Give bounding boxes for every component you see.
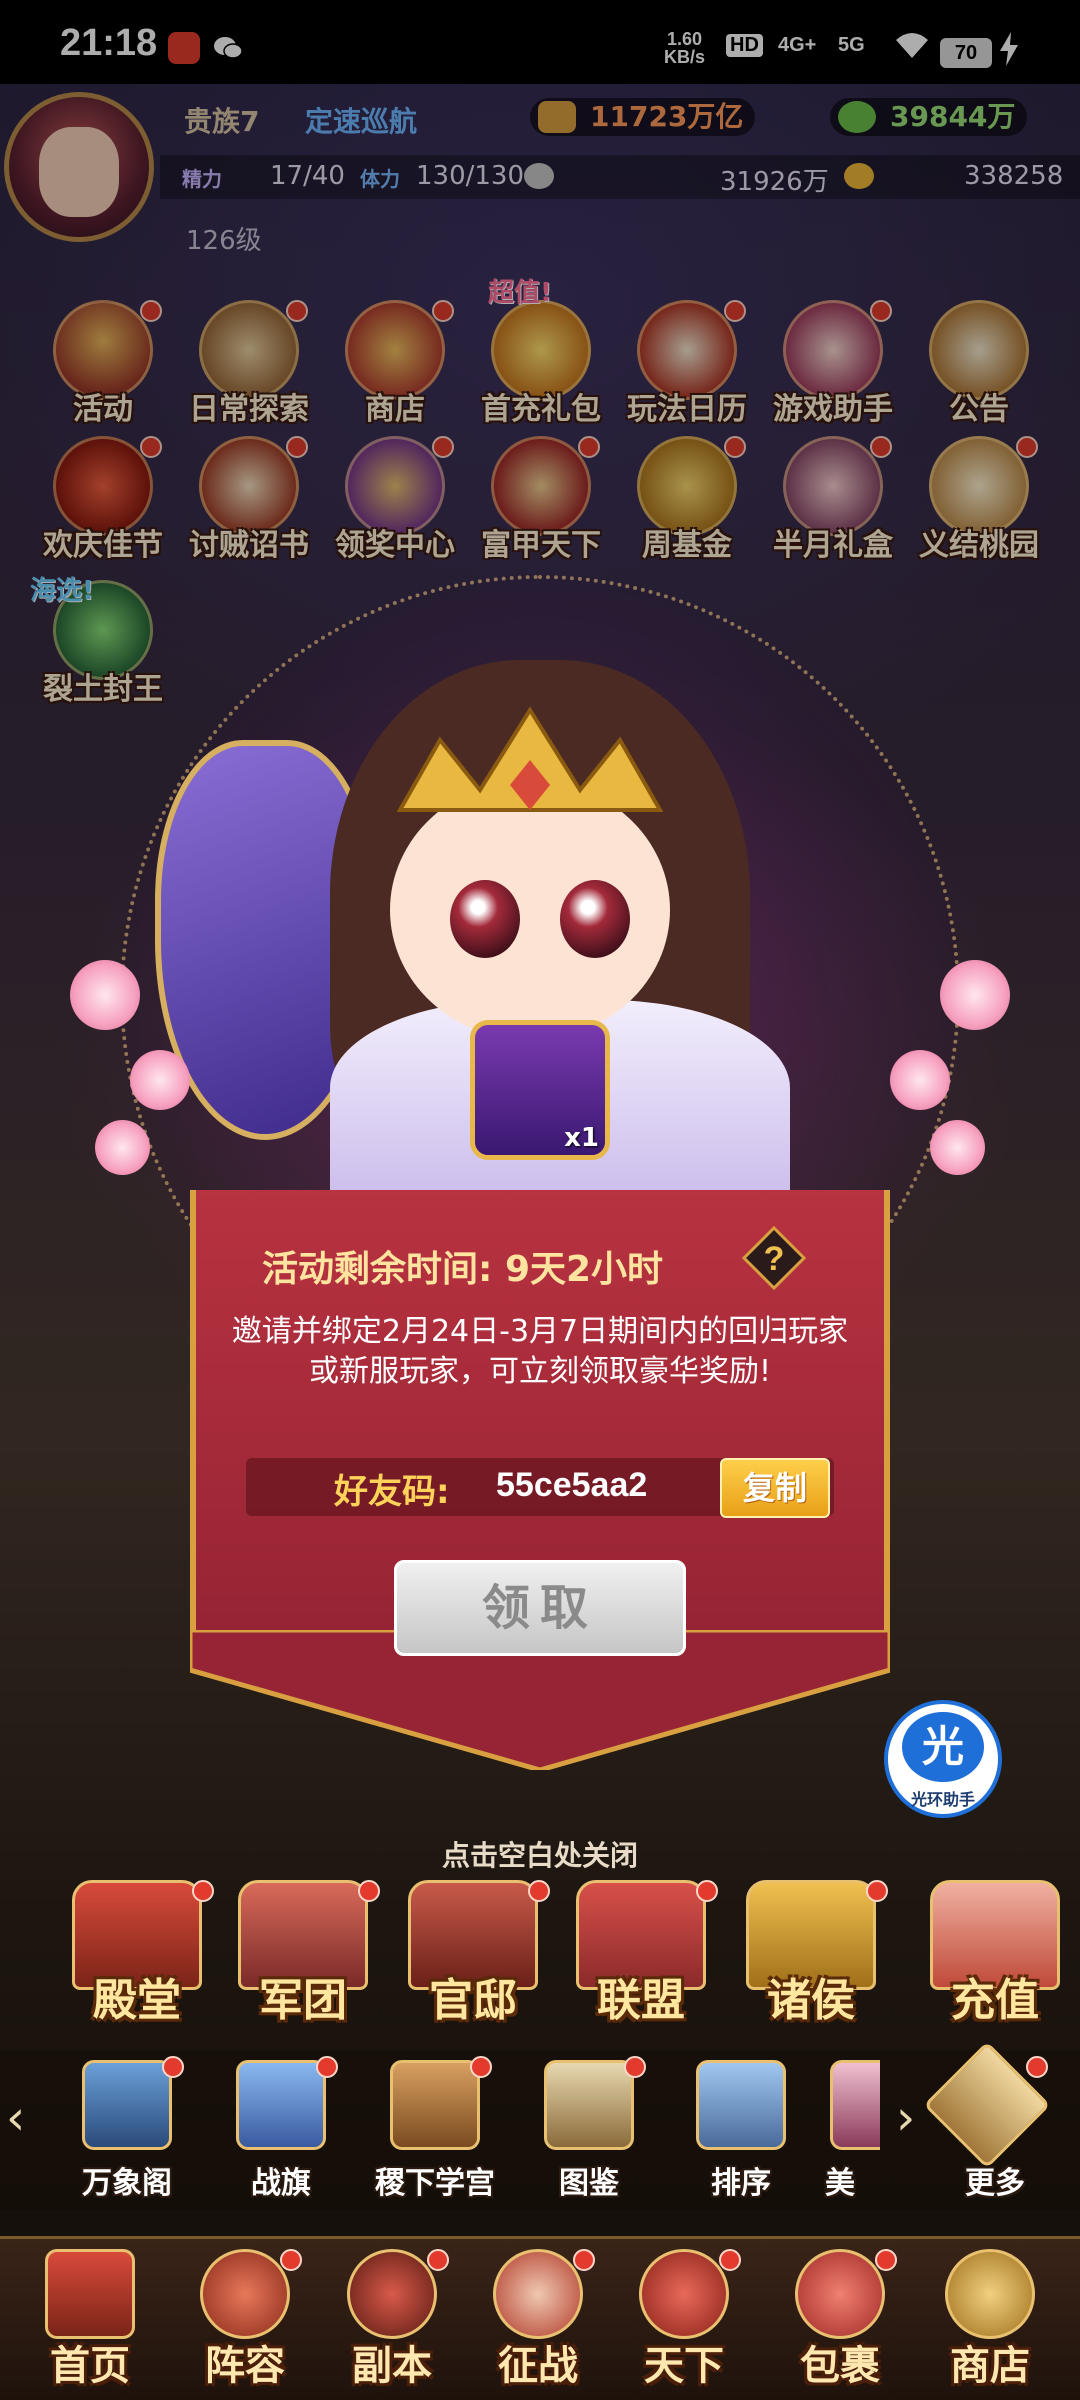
building-legion[interactable]: 军团 — [218, 1880, 388, 2030]
friend-code-label: 好友码: — [334, 1472, 450, 1512]
red-dot — [875, 2249, 897, 2271]
help-icon[interactable]: ? — [742, 1226, 806, 1290]
building-label: 军团 — [259, 1975, 347, 2026]
building-label: 殿堂 — [93, 1975, 181, 2026]
red-dot — [162, 2056, 184, 2078]
feature-ranking[interactable]: 排序 — [666, 2060, 816, 2201]
swords-icon — [347, 2249, 437, 2339]
red-dot — [280, 2249, 302, 2271]
more-button[interactable]: 更多 — [920, 2041, 1070, 2201]
blossom — [940, 960, 1010, 1030]
nav-campaign[interactable]: 征战 — [468, 2249, 608, 2399]
building-alliance[interactable]: 联盟 — [556, 1880, 726, 2030]
nav-label: 天下 — [644, 2343, 724, 2389]
nav-label: 包裹 — [800, 2343, 880, 2389]
nav-label: 阵容 — [205, 2343, 285, 2389]
countdown-label: 活动剩余时间: — [262, 1249, 493, 1290]
character-eye-right — [560, 880, 630, 958]
reward-chest-icon[interactable]: x1 — [470, 1020, 610, 1160]
target-icon — [493, 2249, 583, 2339]
assistant-icon: 光 — [902, 1712, 984, 1782]
invite-description: 邀请并绑定2月24日-3月7日期间内的回归玩家或新服玩家，可立刻领取豪华奖励! — [231, 1314, 849, 1389]
feature-label: 万象阁 — [82, 2166, 172, 2201]
red-dot — [316, 2056, 338, 2078]
building-label: 诸侯 — [767, 1975, 855, 2026]
feature-codex[interactable]: 图鉴 — [514, 2056, 664, 2201]
nav-world[interactable]: 天下 — [614, 2249, 754, 2399]
feature-label: 战旗 — [251, 2166, 311, 2201]
pavilion-icon — [82, 2060, 172, 2150]
blossom — [70, 960, 140, 1030]
building-label: 充值 — [951, 1975, 1039, 2026]
nav-label: 副本 — [352, 2343, 432, 2389]
building-mansion[interactable]: 官邸 — [388, 1880, 558, 2030]
building-label: 联盟 — [597, 1975, 685, 2026]
blossom — [95, 1120, 150, 1175]
copy-button[interactable]: 复制 — [720, 1458, 830, 1518]
nav-lineup[interactable]: 阵容 — [175, 2249, 315, 2399]
halo-assistant-button[interactable]: 光 光环助手 — [884, 1700, 1002, 1818]
character-eye-left — [450, 880, 520, 958]
feature-jixia-academy[interactable]: 稷下学宫 — [360, 2056, 510, 2201]
nav-shop[interactable]: 商店 — [920, 2249, 1060, 2399]
home-palace-icon — [45, 2249, 135, 2339]
feature-wanxiang-pavilion[interactable]: 万象阁 — [52, 2056, 202, 2201]
red-dot — [624, 2056, 646, 2078]
red-dot — [866, 1880, 888, 1902]
blossom — [130, 1050, 190, 1110]
nav-label: 首页 — [50, 2343, 130, 2389]
feature-label: 图鉴 — [559, 2166, 619, 2201]
blossom — [930, 1120, 985, 1175]
red-dot — [358, 1880, 380, 1902]
red-dot — [719, 2249, 741, 2271]
feature-label: 更多 — [965, 2166, 1025, 2201]
red-dot — [696, 1880, 718, 1902]
red-dot — [1026, 2056, 1048, 2078]
close-hint: 点击空白处关闭 — [441, 1839, 638, 1872]
building-recharge[interactable]: 充值 — [910, 1880, 1080, 2030]
feature-label: 美 — [825, 2166, 855, 2200]
red-dot — [427, 2249, 449, 2271]
scroll-left-arrow[interactable]: ‹ — [6, 2090, 40, 2150]
beauty-icon — [830, 2060, 880, 2150]
flag-icon — [236, 2060, 326, 2150]
blossom — [890, 1050, 950, 1110]
feature-partial[interactable]: 美 — [800, 2060, 880, 2200]
building-label: 官邸 — [429, 1975, 517, 2026]
feature-label: 稷下学宫 — [375, 2166, 495, 2201]
red-dot — [528, 1880, 550, 1902]
countdown: 活动剩余时间: 9天2小时 — [262, 1240, 663, 1292]
invite-popup: 活动剩余时间: 9天2小时 ? 邀请并绑定2月24日-3月7日期间内的回归玩家或… — [190, 1190, 890, 1770]
nav-label: 商店 — [950, 2343, 1030, 2389]
reward-count: x1 — [564, 1123, 599, 1153]
nav-bag[interactable]: 包裹 — [770, 2249, 910, 2399]
academy-icon — [390, 2060, 480, 2150]
red-dot — [573, 2249, 595, 2271]
claim-button[interactable]: 领取 — [394, 1560, 686, 1656]
world-flag-icon — [639, 2249, 729, 2339]
countdown-value: 9天2小时 — [504, 1249, 664, 1290]
nav-label: 征战 — [498, 2343, 578, 2389]
building-hall[interactable]: 殿堂 — [52, 1880, 222, 2030]
building-lords[interactable]: 诸侯 — [726, 1880, 896, 2030]
nav-home[interactable]: 首页 — [20, 2249, 160, 2399]
character-crown — [396, 706, 664, 812]
friend-code-value: 55ce5aa2 — [496, 1466, 648, 1504]
ranking-icon — [696, 2060, 786, 2150]
feature-war-flag[interactable]: 战旗 — [206, 2056, 356, 2201]
lineup-flag-icon — [200, 2249, 290, 2339]
codex-icon — [544, 2060, 634, 2150]
red-dot — [192, 1880, 214, 1902]
red-dot — [470, 2056, 492, 2078]
svg-text:?: ? — [764, 1240, 785, 1278]
nav-dungeon[interactable]: 副本 — [322, 2249, 462, 2399]
coins-shop-icon — [945, 2249, 1035, 2339]
assistant-label: 光环助手 — [910, 1790, 975, 1809]
bottom-navigation: 首页 阵容 副本 征战 天下 包裹 商店 — [0, 2236, 1080, 2400]
bag-icon — [795, 2249, 885, 2339]
